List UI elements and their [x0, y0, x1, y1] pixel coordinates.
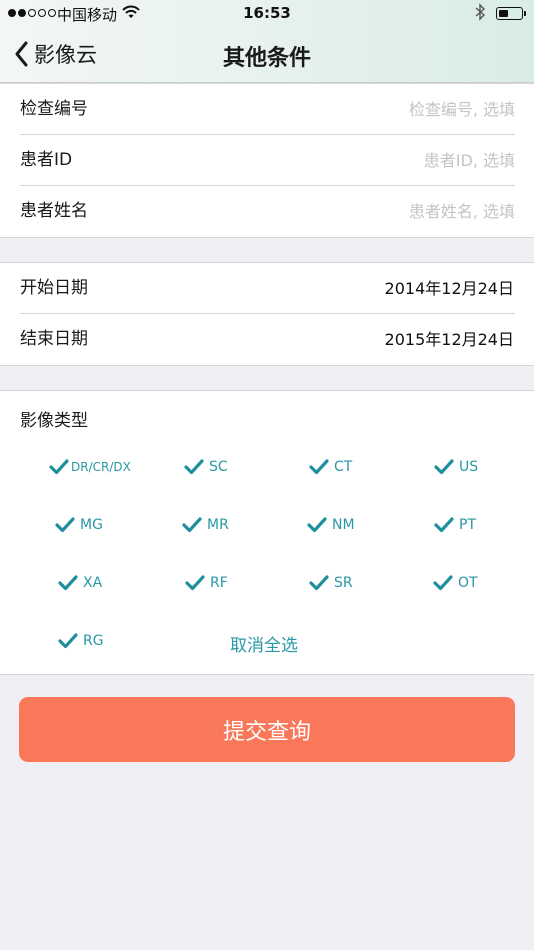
end-date-row[interactable]: 结束日期 2015年12月24日 [0, 314, 534, 365]
checkbox-label: MG [80, 516, 103, 533]
checkmark-icon [185, 575, 205, 591]
start-date-value[interactable]: 2014年12月24日 [385, 263, 514, 314]
search-fields-group: 检查编号 患者ID 患者姓名 [0, 83, 534, 238]
checkmark-icon [433, 575, 453, 591]
status-bar: 中国移动 16:53 [0, 0, 534, 28]
exam-number-label: 检查编号 [20, 99, 88, 119]
checkmark-icon [434, 517, 454, 533]
page-title: 其他条件 [222, 46, 311, 71]
checkbox-mr[interactable]: MR [182, 516, 229, 533]
checkbox-label: SC [209, 458, 228, 475]
image-type-group: 影像类型 DR/CR/DX SC CT US MG MR NM PT XA RF [0, 390, 534, 675]
date-range-group: 开始日期 2014年12月24日 结束日期 2015年12月24日 [0, 262, 534, 366]
patient-id-row: 患者ID [0, 135, 534, 186]
checkbox-dr-cr-dx[interactable]: DR/CR/DX [49, 458, 131, 475]
checkbox-label: CT [334, 458, 353, 475]
checkmark-icon [184, 459, 204, 475]
checkbox-label: RG [83, 632, 104, 649]
checkbox-label: OT [458, 574, 478, 591]
patient-id-label: 患者ID [20, 150, 73, 170]
exam-number-row: 检查编号 [0, 84, 534, 135]
checkbox-nm[interactable]: NM [307, 516, 355, 533]
checkbox-rg[interactable]: RG [58, 632, 104, 649]
checkmark-icon [434, 459, 454, 475]
battery-icon [496, 7, 526, 20]
checkbox-pt[interactable]: PT [434, 516, 476, 533]
image-type-title: 影像类型 [20, 411, 88, 431]
checkbox-label: XA [83, 574, 103, 591]
checkmark-icon [309, 575, 329, 591]
checkbox-us[interactable]: US [434, 458, 478, 475]
checkbox-label: US [459, 458, 479, 475]
patient-id-input[interactable] [255, 146, 515, 174]
checkbox-label: MR [207, 516, 229, 533]
patient-name-label: 患者姓名 [20, 201, 88, 221]
end-date-value[interactable]: 2015年12月24日 [385, 314, 514, 365]
patient-name-row: 患者姓名 [0, 186, 534, 237]
start-date-label: 开始日期 [20, 278, 88, 298]
submit-query-button[interactable]: 提交查询 [19, 697, 515, 762]
patient-name-input[interactable] [255, 197, 515, 225]
checkbox-ct[interactable]: CT [309, 458, 352, 475]
checkmark-icon [55, 517, 75, 533]
checkbox-xa[interactable]: XA [58, 574, 102, 591]
bluetooth-icon [474, 3, 486, 25]
checkbox-mg[interactable]: MG [55, 516, 103, 533]
checkbox-sc[interactable]: SC [184, 458, 228, 475]
clock: 16:53 [243, 4, 291, 22]
exam-number-input[interactable] [255, 95, 515, 123]
checkmark-icon [309, 459, 329, 475]
checkbox-label: PT [459, 516, 476, 533]
checkbox-sr[interactable]: SR [309, 574, 353, 591]
deselect-all-button[interactable]: 取消全选 [230, 631, 298, 656]
checkbox-label: DR/CR/DX [71, 459, 131, 474]
checkbox-label: RF [210, 574, 228, 591]
checkmark-icon [49, 459, 69, 475]
checkbox-label: SR [334, 574, 353, 591]
checkmark-icon [182, 517, 202, 533]
end-date-label: 结束日期 [20, 329, 88, 349]
checkbox-label: NM [332, 516, 355, 533]
checkmark-icon [58, 633, 78, 649]
checkmark-icon [307, 517, 327, 533]
checkbox-rf[interactable]: RF [185, 574, 228, 591]
checkmark-icon [58, 575, 78, 591]
start-date-row[interactable]: 开始日期 2014年12月24日 [0, 263, 534, 314]
top-bar: 中国移动 16:53 影像云 其他条件 [0, 0, 534, 83]
checkbox-ot[interactable]: OT [433, 574, 478, 591]
